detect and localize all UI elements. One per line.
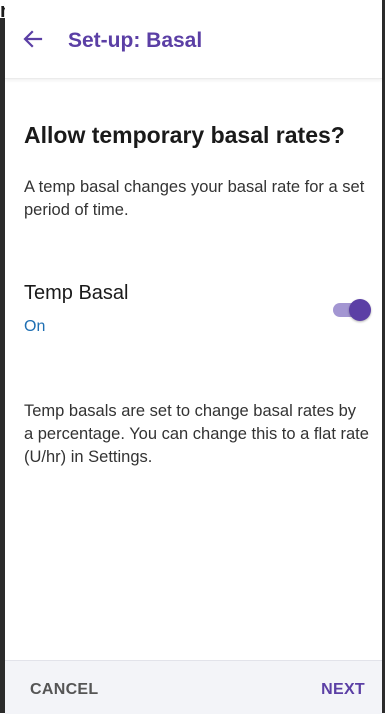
info-note: Temp basals are set to change basal rate… [24,402,369,466]
screen: Set-up: Basal Allow temporary basal rate… [5,0,382,714]
arrow-left-icon[interactable] [21,27,45,51]
section-heading: Allow temporary basal rates? [24,122,345,148]
app-bar: Set-up: Basal [5,0,382,79]
cancel-button[interactable]: CANCEL [30,680,98,700]
temp-basal-switch[interactable] [331,298,371,321]
device-frame: n Set-up: Basal Allow temporary basal ra… [0,0,385,714]
toggle-state-text: On [24,318,46,335]
temp-basal-toggle-row[interactable]: Temp Basal On [24,280,374,342]
next-button[interactable]: NEXT [321,680,365,700]
toggle-label: Temp Basal [24,282,129,304]
description-text: A temp basal changes your basal rate for… [24,178,365,219]
page-title: Set-up: Basal [68,29,203,52]
switch-thumb [349,299,371,321]
footer-bar: CANCEL NEXT [5,660,382,714]
